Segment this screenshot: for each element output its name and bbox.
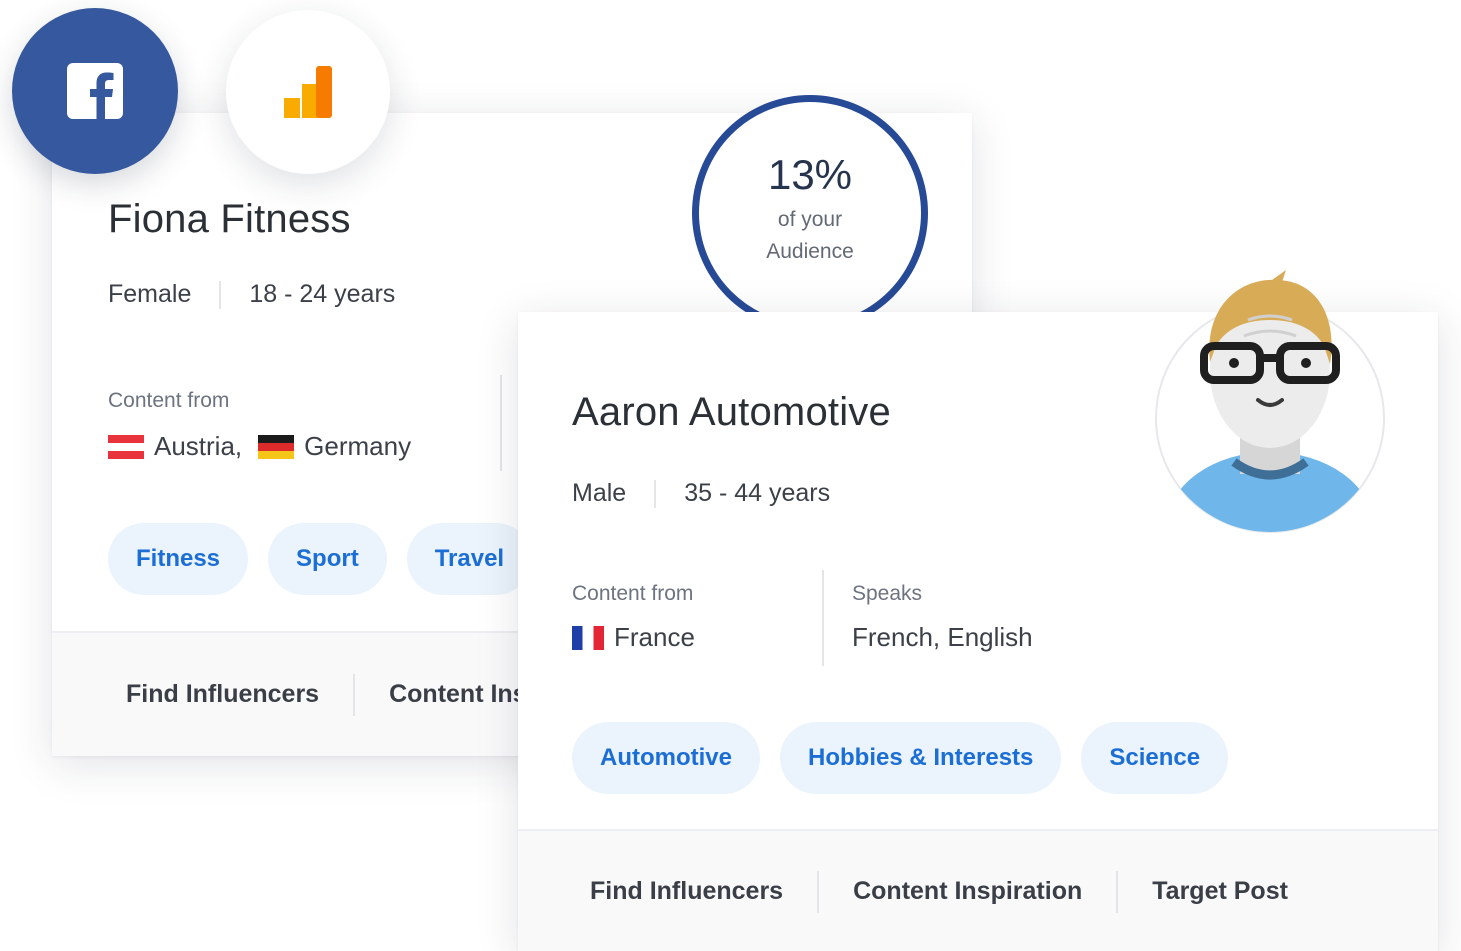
- tag-travel[interactable]: Travel: [406, 523, 533, 595]
- gender: Female: [108, 280, 192, 308]
- country-france: France: [614, 622, 695, 652]
- find-influencers-button[interactable]: Find Influencers: [126, 680, 319, 709]
- avatar-glasses-icon: [1154, 266, 1386, 534]
- profile-name: Fiona Fitness: [108, 197, 351, 241]
- france-flag-icon: [572, 625, 604, 650]
- content-from-label: Content from: [108, 389, 230, 412]
- content-inspiration-button[interactable]: Content Inspiration: [853, 877, 1082, 906]
- footer-divider: [353, 673, 356, 716]
- profile-name: Aaron Automotive: [572, 390, 891, 434]
- audience-label-line1: of your: [777, 208, 843, 231]
- audience-label-line2: Audience: [766, 240, 854, 263]
- content-country: France: [572, 622, 695, 653]
- profile-demographics: Female 18 - 24 years: [108, 280, 395, 309]
- interest-tags: Fitness Sport Travel: [108, 523, 533, 595]
- audience-percent: 13%: [767, 151, 853, 198]
- tag-sport[interactable]: Sport: [268, 523, 387, 595]
- find-influencers-button[interactable]: Find Influencers: [590, 877, 783, 906]
- audience-label: of your Audience: [766, 204, 854, 268]
- footer-divider: [817, 870, 820, 913]
- languages-value: French, English: [852, 622, 1033, 652]
- age-range: 18 - 24 years: [249, 280, 396, 308]
- tag-automotive[interactable]: Automotive: [572, 722, 760, 794]
- footer-divider: [1116, 870, 1119, 913]
- column-divider: [822, 570, 824, 666]
- profile-demographics: Male 35 - 44 years: [572, 479, 830, 508]
- divider: [654, 479, 657, 508]
- content-countries: Austria, Germany: [108, 431, 411, 462]
- speaks-label: Speaks: [852, 582, 923, 605]
- facebook-icon: [12, 8, 178, 174]
- content-from-label: Content from: [572, 582, 694, 605]
- age-range: 35 - 44 years: [684, 479, 831, 507]
- audience-percentage-badge: 13% of your Audience: [692, 95, 928, 331]
- country-germany: Germany: [304, 431, 412, 461]
- interest-tags: Automotive Hobbies & Interests Science: [572, 722, 1229, 794]
- tag-hobbies-interests[interactable]: Hobbies & Interests: [780, 722, 1062, 794]
- card-footer: Find Influencers Content Inspiration Tar…: [518, 829, 1438, 951]
- gender: Male: [572, 479, 627, 507]
- divider: [219, 280, 222, 309]
- tag-science[interactable]: Science: [1081, 722, 1229, 794]
- germany-flag-icon: [258, 434, 295, 459]
- google-analytics-icon: [226, 10, 390, 174]
- country-austria: Austria,: [154, 431, 243, 461]
- column-divider: [500, 375, 502, 471]
- tag-fitness[interactable]: Fitness: [108, 523, 249, 595]
- austria-flag-icon: [108, 434, 144, 459]
- target-post-button[interactable]: Target Post: [1152, 877, 1288, 906]
